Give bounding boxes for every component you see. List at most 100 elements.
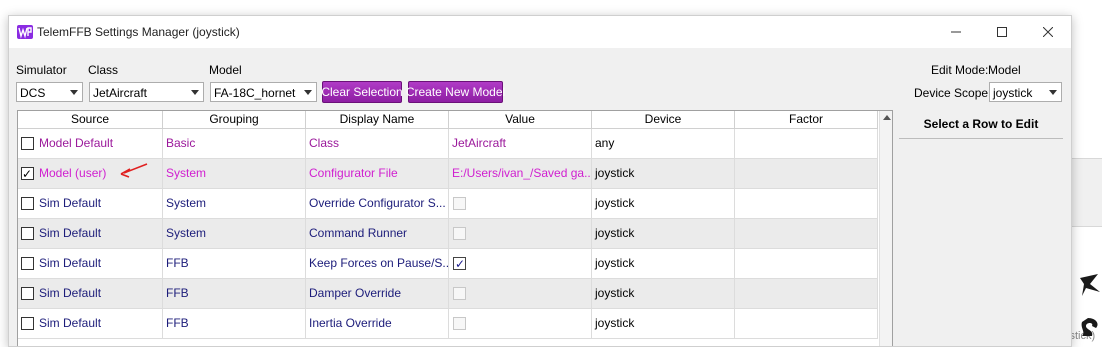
table-row[interactable]: Sim Default FFB Damper Override joystick <box>18 279 878 309</box>
clear-selection-button[interactable]: Clear Selection <box>321 81 403 103</box>
cell-device[interactable]: joystick <box>592 219 735 248</box>
cell-value[interactable] <box>449 219 592 248</box>
display-text: Damper Override <box>309 286 402 300</box>
row-select-checkbox[interactable] <box>21 160 34 188</box>
close-button[interactable] <box>1025 16 1071 48</box>
minimize-icon <box>951 31 961 33</box>
cell-display[interactable]: Damper Override <box>306 279 449 308</box>
table-row[interactable]: Sim Default FFB Keep Forces on Pause/S... j… <box>18 249 878 279</box>
table-row[interactable]: Model Default Basic Class JetAircraft any <box>18 129 878 159</box>
column-header-device[interactable]: Device <box>592 111 735 128</box>
cell-factor[interactable] <box>735 129 878 158</box>
cell-display[interactable]: Class <box>306 129 449 158</box>
cell-value[interactable] <box>449 249 592 278</box>
table-row[interactable]: Sim Default FFB Inertia Override joystick <box>18 309 878 339</box>
cell-device[interactable]: joystick <box>592 249 735 278</box>
cell-source[interactable]: Sim Default <box>18 249 163 278</box>
cell-value[interactable] <box>449 189 592 218</box>
grouping-text: FFB <box>166 286 189 300</box>
column-header-display-name[interactable]: Display Name <box>306 111 449 128</box>
cell-factor[interactable] <box>735 219 878 248</box>
table-row[interactable]: Sim Default System Command Runner joystick <box>18 219 878 249</box>
row-select-checkbox[interactable] <box>21 137 34 150</box>
cell-value[interactable] <box>449 309 592 338</box>
aircraft-fragment-icon <box>1081 318 1098 336</box>
cell-device[interactable]: joystick <box>592 159 735 188</box>
device-text: any <box>595 136 615 150</box>
cell-source[interactable]: Sim Default <box>18 189 163 218</box>
row-select-checkbox[interactable] <box>21 317 34 330</box>
cell-display[interactable]: Keep Forces on Pause/S... <box>306 249 449 278</box>
cell-value[interactable]: JetAircraft <box>449 129 592 158</box>
row-select-checkbox[interactable] <box>21 287 34 300</box>
column-header-grouping[interactable]: Grouping <box>163 111 306 128</box>
red-arrow-annotation-icon <box>120 163 148 178</box>
cell-display[interactable]: Override Configurator S... <box>306 189 449 218</box>
value-checkbox[interactable] <box>453 197 466 210</box>
cell-source[interactable]: Sim Default <box>18 279 163 308</box>
cell-device[interactable]: joystick <box>592 279 735 308</box>
value-checkbox[interactable] <box>453 250 466 278</box>
cell-grouping[interactable]: Basic <box>163 129 306 158</box>
cell-value[interactable] <box>449 279 592 308</box>
cell-factor[interactable] <box>735 309 878 338</box>
device-text: joystick <box>595 256 635 270</box>
column-header-source[interactable]: Source <box>18 111 163 128</box>
column-header-factor[interactable]: Factor <box>735 111 878 128</box>
grouping-text: FFB <box>166 256 189 270</box>
maximize-button[interactable] <box>979 16 1025 48</box>
cell-grouping[interactable]: FFB <box>163 249 306 278</box>
row-select-checkbox[interactable] <box>21 227 34 240</box>
cell-factor[interactable] <box>735 159 878 188</box>
source-text: Sim Default <box>39 196 102 210</box>
device-scope-value: joystick <box>993 86 1033 100</box>
cell-device[interactable]: joystick <box>592 309 735 338</box>
cell-source[interactable]: Model Default <box>18 129 163 158</box>
device-scope-dropdown[interactable]: joystick <box>989 82 1062 102</box>
device-text: joystick <box>595 316 635 330</box>
cell-factor[interactable] <box>735 249 878 278</box>
cell-display[interactable]: Inertia Override <box>306 309 449 338</box>
dropdown-arrow-icon <box>70 90 78 95</box>
cell-factor[interactable] <box>735 189 878 218</box>
cell-display[interactable]: Configurator File <box>306 159 449 188</box>
source-text: Sim Default <box>39 256 102 270</box>
source-text: Sim Default <box>39 226 102 240</box>
cell-source[interactable]: Sim Default <box>18 309 163 338</box>
table-row[interactable]: Sim Default System Override Configurator S… <box>18 189 878 219</box>
class-dropdown[interactable]: JetAircraft <box>89 82 204 102</box>
cell-grouping[interactable]: System <box>163 219 306 248</box>
row-select-checkbox[interactable] <box>21 197 34 210</box>
title-bar: TelemFFB Settings Manager (joystick) <box>9 16 1071 48</box>
vertical-scrollbar[interactable] <box>879 111 892 346</box>
minimize-button[interactable] <box>933 16 979 48</box>
cell-grouping[interactable]: System <box>163 189 306 218</box>
cell-source[interactable]: Sim Default <box>18 219 163 248</box>
class-label: Class <box>88 63 119 77</box>
cell-grouping[interactable]: FFB <box>163 309 306 338</box>
model-dropdown[interactable]: FA-18C_hornet <box>210 82 317 102</box>
cell-grouping[interactable]: FFB <box>163 279 306 308</box>
cell-device[interactable]: joystick <box>592 189 735 218</box>
column-header-value[interactable]: Value <box>449 111 592 128</box>
value-checkbox[interactable] <box>453 287 466 300</box>
source-text: Sim Default <box>39 316 102 330</box>
edit-panel-header: Select a Row to Edit <box>899 110 1063 139</box>
aircraft-icon <box>1080 274 1100 296</box>
cell-factor[interactable] <box>735 279 878 308</box>
cell-device[interactable]: any <box>592 129 735 158</box>
display-text: Command Runner <box>309 226 408 240</box>
background-app: ystick) <box>1064 0 1102 342</box>
settings-table: Source Grouping Display Name Value Devic… <box>17 110 893 346</box>
cell-value[interactable]: E:/Users/ivan_/Saved ga... <box>449 159 592 188</box>
cell-grouping[interactable]: System <box>163 159 306 188</box>
value-checkbox[interactable] <box>453 227 466 240</box>
source-text: Sim Default <box>39 286 102 300</box>
display-text: Class <box>309 136 340 150</box>
row-select-checkbox[interactable] <box>21 257 34 270</box>
simulator-dropdown[interactable]: DCS <box>16 82 83 102</box>
create-new-model-button[interactable]: Create New Model <box>406 81 505 103</box>
cell-display[interactable]: Command Runner <box>306 219 449 248</box>
scroll-up-icon[interactable] <box>883 115 891 120</box>
value-checkbox[interactable] <box>453 317 466 330</box>
